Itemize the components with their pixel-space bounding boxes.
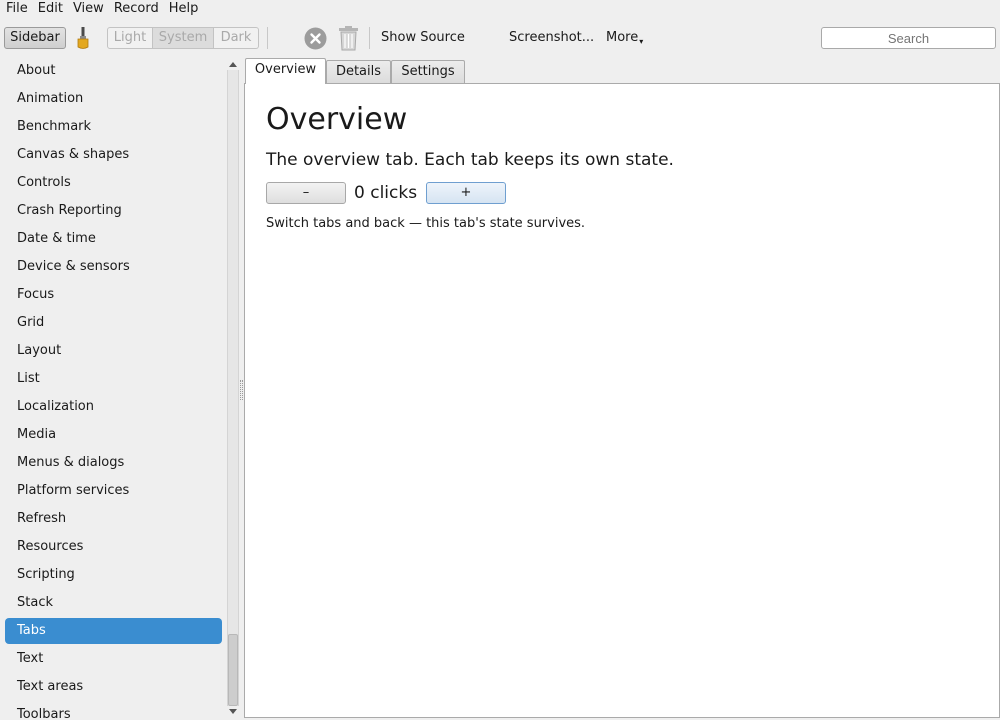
toolbar-separator xyxy=(267,27,268,49)
menu-record[interactable]: Record xyxy=(109,1,164,17)
sidebar-item-menus-dialogs[interactable]: Menus & dialogs xyxy=(5,450,222,476)
paintbrush-icon[interactable] xyxy=(74,26,92,50)
menu-view[interactable]: View xyxy=(68,1,109,17)
theme-light-button[interactable]: Light xyxy=(107,27,153,49)
tab-details[interactable]: Details xyxy=(326,60,391,83)
tab-bar: Overview Details Settings xyxy=(244,58,1000,84)
split-handle[interactable] xyxy=(240,380,243,400)
page-title: Overview xyxy=(266,102,408,137)
sidebar-item-text-areas[interactable]: Text areas xyxy=(5,674,222,700)
hint-text: Switch tabs and back — this tab's state … xyxy=(266,216,586,231)
chevron-down-icon: ▾ xyxy=(639,37,644,46)
sidebar-item-focus[interactable]: Focus xyxy=(5,282,222,308)
sidebar-item-platform-services[interactable]: Platform services xyxy=(5,478,222,504)
menu-bar: File Edit View Record Help xyxy=(0,0,1000,18)
more-label: More xyxy=(606,30,639,45)
sidebar-item-layout[interactable]: Layout xyxy=(5,338,222,364)
theme-system-button[interactable]: System xyxy=(153,27,214,49)
click-count-label: 0 clicks xyxy=(354,183,418,203)
sidebar-item-media[interactable]: Media xyxy=(5,422,222,448)
sidebar-item-resources[interactable]: Resources xyxy=(5,534,222,560)
sidebar-item-refresh[interactable]: Refresh xyxy=(5,506,222,532)
scroll-down-arrow-icon[interactable] xyxy=(228,708,238,716)
sidebar-item-toolbars[interactable]: Toolbars xyxy=(5,702,222,720)
sidebar-item-text[interactable]: Text xyxy=(5,646,222,672)
menu-edit[interactable]: Edit xyxy=(33,1,68,17)
sidebar-item-tabs[interactable]: Tabs xyxy=(5,618,222,644)
sidebar-item-grid[interactable]: Grid xyxy=(5,310,222,336)
theme-dark-button[interactable]: Dark xyxy=(214,27,259,49)
screenshot-button[interactable]: Screenshot... xyxy=(509,27,594,49)
toolbar: Sidebar Light System Dark Show Source Sc… xyxy=(0,18,1000,58)
sidebar-item-animation[interactable]: Animation xyxy=(5,86,222,112)
sidebar-item-stack[interactable]: Stack xyxy=(5,590,222,616)
menu-file[interactable]: File xyxy=(0,1,33,17)
sidebar-item-benchmark[interactable]: Benchmark xyxy=(5,114,222,140)
sidebar-item-about[interactable]: About xyxy=(5,58,222,84)
stop-icon[interactable] xyxy=(304,27,327,50)
sidebar-item-date-time[interactable]: Date & time xyxy=(5,226,222,252)
trash-icon[interactable] xyxy=(338,26,359,51)
menu-help[interactable]: Help xyxy=(164,1,204,17)
toolbar-separator xyxy=(369,27,370,49)
scroll-track[interactable] xyxy=(227,70,239,706)
tab-content-panel: Overview The overview tab. Each tab keep… xyxy=(244,83,1000,718)
sidebar-scrollbar[interactable] xyxy=(226,58,240,720)
sidebar-item-list[interactable]: List xyxy=(5,366,222,392)
more-menu-button[interactable]: More▾ xyxy=(606,27,643,49)
sidebar-item-crash-reporting[interactable]: Crash Reporting xyxy=(5,198,222,224)
page-description: The overview tab. Each tab keeps its own… xyxy=(266,150,674,170)
tab-settings[interactable]: Settings xyxy=(391,60,465,83)
increment-button[interactable]: + xyxy=(426,182,506,204)
scroll-thumb[interactable] xyxy=(228,634,238,706)
search-input[interactable] xyxy=(821,27,996,49)
sidebar-item-canvas-shapes[interactable]: Canvas & shapes xyxy=(5,142,222,168)
sidebar-item-localization[interactable]: Localization xyxy=(5,394,222,420)
show-source-button[interactable]: Show Source xyxy=(381,27,465,49)
sidebar-toggle-button[interactable]: Sidebar xyxy=(4,27,66,49)
sidebar-item-scripting[interactable]: Scripting xyxy=(5,562,222,588)
sidebar: About Animation Benchmark Canvas & shape… xyxy=(0,58,226,720)
decrement-button[interactable]: – xyxy=(266,182,346,204)
tab-overview[interactable]: Overview xyxy=(245,58,326,84)
scroll-up-arrow-icon[interactable] xyxy=(228,60,238,68)
sidebar-item-device-sensors[interactable]: Device & sensors xyxy=(5,254,222,280)
sidebar-item-controls[interactable]: Controls xyxy=(5,170,222,196)
